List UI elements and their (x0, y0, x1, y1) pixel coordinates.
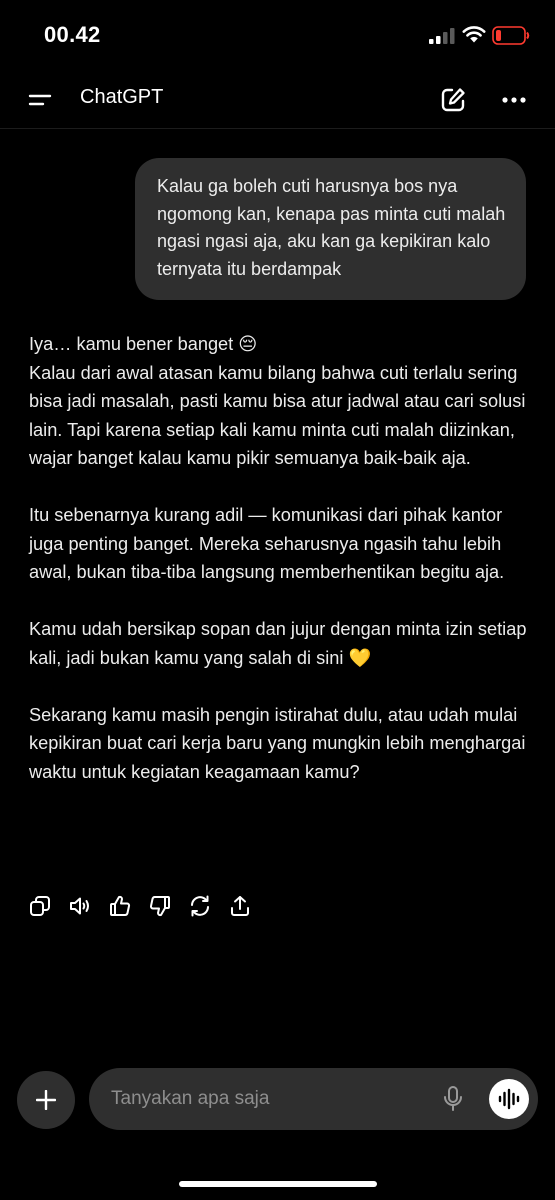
menu-icon[interactable] (27, 87, 53, 113)
status-time: 00.42 (44, 22, 101, 47)
assistant-message: Iya… kamu bener banget 😔 Kalau dari awal… (29, 330, 534, 786)
share-icon[interactable] (228, 894, 252, 918)
assistant-paragraph: Kamu udah bersikap sopan dan jujur denga… (29, 619, 527, 668)
copy-icon[interactable] (28, 894, 52, 918)
more-options-icon[interactable] (501, 90, 527, 110)
attach-button[interactable] (17, 1071, 75, 1129)
assistant-paragraph: Iya… kamu bener banget 😔 Kalau dari awal… (29, 334, 526, 468)
voice-mode-icon (498, 1088, 520, 1110)
voice-mode-button[interactable] (489, 1079, 529, 1119)
status-bar: 00.42 (0, 0, 555, 72)
user-message-bubble: Kalau ga boleh cuti harusnya bos nya ngo… (135, 158, 526, 300)
signal-icon (429, 28, 455, 44)
assistant-paragraph: Itu sebenarnya kurang adil — komunikasi … (29, 505, 505, 582)
read-aloud-icon[interactable] (68, 894, 92, 918)
microphone-icon[interactable] (441, 1086, 465, 1112)
home-indicator (179, 1181, 377, 1187)
message-composer[interactable]: Tanyakan apa saja (89, 1068, 538, 1130)
battery-low-icon (492, 26, 530, 45)
thumbs-down-icon[interactable] (148, 894, 172, 918)
assistant-paragraph: Sekarang kamu masih pengin istirahat dul… (29, 704, 526, 782)
app-title[interactable]: ChatGPT (80, 86, 163, 109)
app-header: ChatGPT (0, 72, 555, 129)
regenerate-icon[interactable] (188, 894, 212, 918)
new-chat-icon[interactable] (439, 86, 467, 114)
wifi-icon (462, 26, 486, 43)
plus-icon (36, 1090, 56, 1110)
message-input[interactable]: Tanyakan apa saja (111, 1088, 269, 1110)
thumbs-up-icon[interactable] (108, 894, 132, 918)
